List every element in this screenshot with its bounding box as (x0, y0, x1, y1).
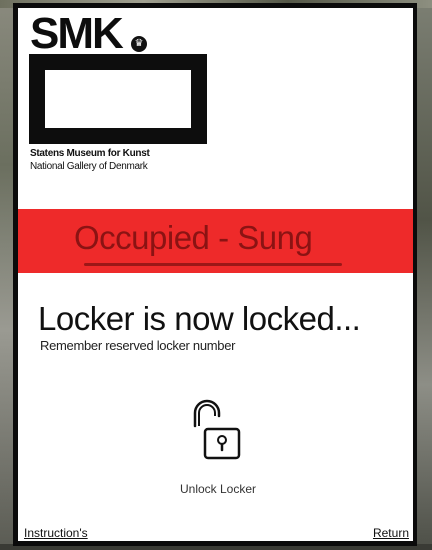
unlock-locker-button[interactable]: Unlock Locker (163, 396, 273, 504)
smk-logo-wordmark: SMK (30, 9, 124, 58)
locked-message: Locker is now locked... (38, 300, 361, 337)
instructions-link[interactable]: Instruction's (24, 526, 88, 540)
locked-submessage: Remember reserved locker number (40, 338, 236, 353)
status-text: Occupied - Sung (74, 219, 313, 256)
unlock-locker-label: Unlock Locker (179, 482, 257, 496)
return-link[interactable]: Return (373, 526, 409, 540)
smk-logo-frame (29, 54, 207, 144)
crown-icon: ♛ (131, 36, 147, 52)
museum-name: Statens Museum for Kunst (30, 148, 150, 159)
museum-subtitle: National Gallery of Denmark (30, 161, 148, 172)
kiosk-screen: SMK ♛ Statens Museum for Kunst National … (18, 8, 413, 541)
status-underline (84, 263, 342, 266)
unlocked-padlock-icon (193, 399, 241, 460)
